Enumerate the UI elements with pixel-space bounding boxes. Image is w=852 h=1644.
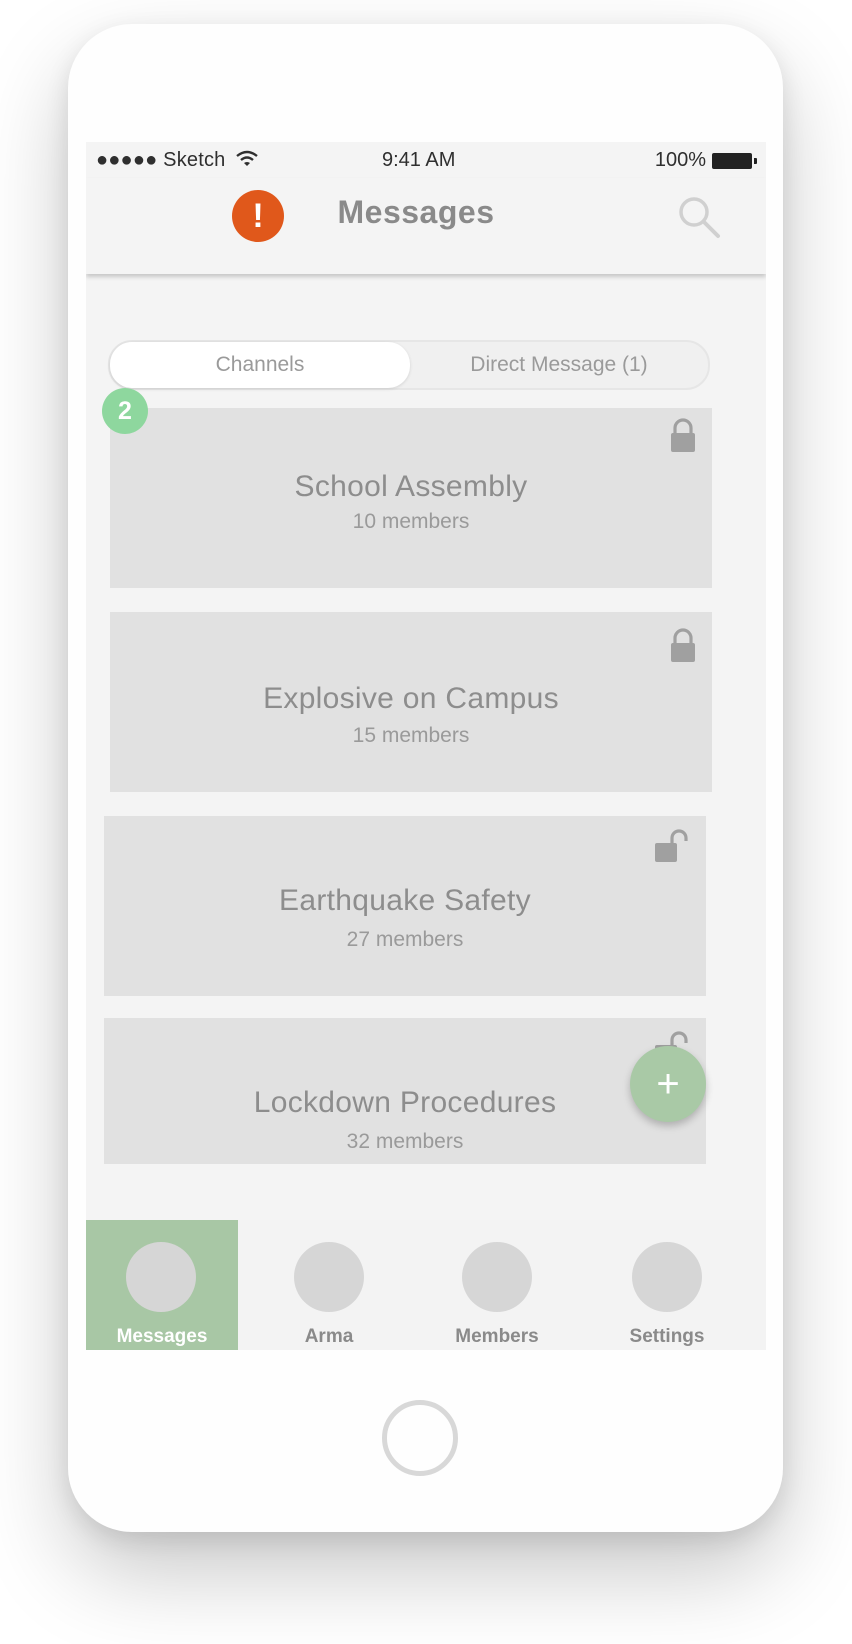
tab-settings[interactable]: Settings bbox=[582, 1220, 752, 1350]
tab-messages[interactable]: Messages bbox=[86, 1220, 238, 1350]
tab-channels[interactable]: Channels bbox=[110, 342, 410, 388]
wifi-icon bbox=[236, 150, 259, 166]
carrier-text: ●●●●● Sketch bbox=[96, 149, 226, 171]
settings-tab-icon bbox=[632, 1242, 702, 1312]
page-title: Messages bbox=[337, 194, 495, 230]
lock-open-icon bbox=[655, 829, 688, 862]
tab-label: Arma bbox=[304, 1326, 354, 1347]
battery-percent: 100% bbox=[654, 149, 706, 171]
channel-member-count: 15 members bbox=[352, 724, 470, 747]
status-time: 9:41 AM bbox=[382, 149, 456, 171]
channel-title: Explosive on Campus bbox=[263, 682, 559, 715]
channel-card-earthquake-safety[interactable]: Earthquake Safety 27 members bbox=[104, 816, 706, 996]
app-screen: ●●●●● Sketch 9:41 AM 100% ! Messages Cha… bbox=[86, 142, 766, 1350]
carrier-label: ●●●●● Sketch bbox=[96, 149, 259, 172]
members-tab-icon bbox=[462, 1242, 532, 1312]
messages-tab-icon bbox=[126, 1242, 196, 1312]
search-icon[interactable] bbox=[674, 192, 724, 242]
channel-title: Earthquake Safety bbox=[279, 884, 531, 917]
channel-title: Lockdown Procedures bbox=[253, 1086, 557, 1119]
channel-member-count: 27 members bbox=[346, 928, 464, 951]
tab-label: Messages bbox=[116, 1326, 208, 1347]
channel-card-school-assembly[interactable]: School Assembly 10 members bbox=[110, 408, 712, 588]
lock-closed-icon bbox=[671, 628, 695, 662]
exclamation-icon[interactable]: ! bbox=[232, 190, 284, 242]
add-channel-button[interactable]: + bbox=[630, 1046, 706, 1122]
battery-icon bbox=[712, 152, 757, 169]
arma-tab-icon bbox=[294, 1242, 364, 1312]
status-bar: ●●●●● Sketch 9:41 AM 100% bbox=[86, 142, 766, 178]
app-header: ! Messages bbox=[86, 178, 766, 274]
home-button[interactable] bbox=[382, 1400, 458, 1476]
channel-member-count: 10 members bbox=[352, 510, 470, 533]
tab-members[interactable]: Members bbox=[412, 1220, 582, 1350]
unread-badge: 2 bbox=[102, 388, 148, 434]
channel-card-explosive-on-campus[interactable]: Explosive on Campus 15 members bbox=[110, 612, 712, 792]
lock-closed-icon bbox=[671, 418, 695, 452]
tab-arma[interactable]: Arma bbox=[244, 1220, 414, 1350]
channel-title: School Assembly bbox=[294, 470, 528, 503]
segmented-control: Channels Direct Message (1) bbox=[108, 340, 710, 390]
tab-direct-message[interactable]: Direct Message (1) bbox=[410, 342, 708, 388]
channel-card-lockdown-procedures[interactable]: Lockdown Procedures 32 members bbox=[104, 1018, 706, 1164]
channel-member-count: 32 members bbox=[346, 1130, 464, 1153]
tab-label: Members bbox=[455, 1326, 539, 1347]
tab-label: Settings bbox=[629, 1326, 705, 1347]
battery-indicator: 100% bbox=[654, 149, 757, 172]
bottom-tab-bar: Messages Arma Members Settings bbox=[86, 1220, 766, 1350]
